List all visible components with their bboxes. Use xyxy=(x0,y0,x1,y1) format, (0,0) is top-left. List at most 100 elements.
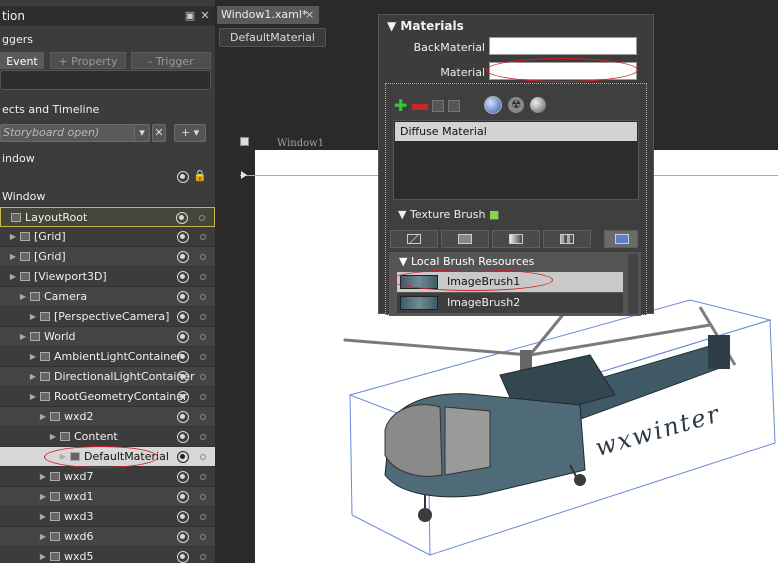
back-material-field[interactable] xyxy=(489,37,637,55)
material-field[interactable] xyxy=(489,62,637,80)
visibility-eye-icon[interactable] xyxy=(177,531,189,543)
gradient-brush-button[interactable] xyxy=(492,230,540,248)
expander-icon[interactable]: ▶ xyxy=(28,307,38,327)
expander-icon[interactable]: ▶ xyxy=(38,527,48,547)
visibility-eye-icon[interactable] xyxy=(177,271,189,283)
expander-icon[interactable]: ▶ xyxy=(38,547,48,563)
lock-dot-icon[interactable] xyxy=(200,274,206,280)
visibility-eye-icon[interactable] xyxy=(177,291,189,303)
resources-scrollbar[interactable] xyxy=(628,254,638,314)
brush-item-imagebrush2[interactable]: ImageBrush2 xyxy=(397,293,623,313)
expander-icon[interactable]: ▶ xyxy=(8,227,18,247)
expander-icon[interactable]: ▶ xyxy=(18,287,28,307)
lock-dot-icon[interactable] xyxy=(200,334,206,340)
lock-dot-icon[interactable] xyxy=(200,434,206,440)
tree-item-layoutroot[interactable]: LayoutRoot xyxy=(0,207,215,227)
tree-item-content[interactable]: ▶ Content xyxy=(0,427,215,447)
trigger-tab-event[interactable]: Event xyxy=(0,52,44,69)
tree-item-wxd1[interactable]: ▶ wxd1 xyxy=(0,487,215,507)
lock-dot-icon[interactable] xyxy=(200,554,206,560)
tree-item-wxd6[interactable]: ▶ wxd6 xyxy=(0,527,215,547)
lock-icon[interactable]: 🔒 xyxy=(193,170,207,182)
expander-icon[interactable]: ▶ xyxy=(28,347,38,367)
tree-item-grid[interactable]: ▶ [Grid] xyxy=(0,247,215,267)
trigger-tab-trigger[interactable]: - Trigger xyxy=(131,52,211,69)
lock-dot-icon[interactable] xyxy=(199,215,205,221)
tree-item-perspectivecamera[interactable]: ▶ [PerspectiveCamera] xyxy=(0,307,215,327)
lock-dot-icon[interactable] xyxy=(200,254,206,260)
visibility-eye-icon[interactable] xyxy=(177,471,189,483)
lock-dot-icon[interactable] xyxy=(200,534,206,540)
visibility-eye-icon[interactable] xyxy=(177,231,189,243)
storyboard-close-button[interactable]: ✕ xyxy=(152,124,166,142)
lock-dot-icon[interactable] xyxy=(200,414,206,420)
expander-icon[interactable]: ▶ xyxy=(28,367,38,387)
tree-item-window[interactable]: Window xyxy=(0,187,215,207)
lock-dot-icon[interactable] xyxy=(200,474,206,480)
visibility-eye-icon[interactable] xyxy=(176,212,188,224)
tile-brush-button[interactable] xyxy=(543,230,591,248)
tree-item-rootgeometrycontainer[interactable]: ▶ RootGeometryContainer xyxy=(0,387,215,407)
lock-dot-icon[interactable] xyxy=(200,374,206,380)
visibility-eye-icon[interactable] xyxy=(177,551,189,563)
solid-brush-button[interactable] xyxy=(441,230,489,248)
lock-dot-icon[interactable] xyxy=(200,494,206,500)
material-list-item[interactable]: Diffuse Material xyxy=(395,122,637,141)
visibility-eye-icon[interactable] xyxy=(177,351,189,363)
tree-item-ambientlightcontainer[interactable]: ▶ AmbientLightContainer xyxy=(0,347,215,367)
emissive-material-icon[interactable]: ☢ xyxy=(508,97,524,113)
eye-icon[interactable] xyxy=(177,171,189,183)
expander-icon[interactable]: ▶ xyxy=(8,267,18,287)
tree-item-wxd5[interactable]: ▶ wxd5 xyxy=(0,547,215,563)
visibility-eye-icon[interactable] xyxy=(177,311,189,323)
tab-close-icon[interactable]: × xyxy=(305,6,314,24)
visibility-eye-icon[interactable] xyxy=(177,391,189,403)
visibility-eye-icon[interactable] xyxy=(177,251,189,263)
tree-item-camera[interactable]: ▶ Camera xyxy=(0,287,215,307)
move-up-icon[interactable] xyxy=(432,100,444,112)
expander-icon[interactable]: ▶ xyxy=(38,407,48,427)
visibility-eye-icon[interactable] xyxy=(177,411,189,423)
tab-window1-xaml[interactable]: Window1.xaml* × xyxy=(217,6,319,24)
storyboard-options-button[interactable]: ▾ xyxy=(134,124,150,142)
lock-dot-icon[interactable] xyxy=(200,354,206,360)
trigger-list[interactable] xyxy=(0,70,211,90)
lock-dot-icon[interactable] xyxy=(200,234,206,240)
tree-item-wxd2[interactable]: ▶ wxd2 xyxy=(0,407,215,427)
visibility-eye-icon[interactable] xyxy=(177,491,189,503)
viewport3d-scene[interactable]: wxwinter xyxy=(330,295,778,563)
add-material-icon[interactable]: ✚ xyxy=(394,98,410,114)
expander-icon[interactable]: ▶ xyxy=(38,487,48,507)
no-brush-button[interactable] xyxy=(390,230,438,248)
visibility-eye-icon[interactable] xyxy=(177,431,189,443)
specular-material-icon[interactable] xyxy=(530,97,546,113)
brush-item-imagebrush1[interactable]: ImageBrush1 xyxy=(397,272,623,292)
visibility-eye-icon[interactable] xyxy=(177,511,189,523)
breadcrumb[interactable]: DefaultMaterial xyxy=(219,28,326,47)
pin-icon[interactable]: ▣ xyxy=(184,10,196,22)
expander-icon[interactable]: ▶ xyxy=(28,387,38,407)
expander-icon[interactable]: ▶ xyxy=(48,427,58,447)
storyboard-picker[interactable]: Storyboard open) xyxy=(0,124,150,142)
brush-resources-button[interactable] xyxy=(604,230,638,248)
tree-item-world[interactable]: ▶ World xyxy=(0,327,215,347)
lock-dot-icon[interactable] xyxy=(200,294,206,300)
lock-dot-icon[interactable] xyxy=(200,394,206,400)
expander-icon[interactable]: ▶ xyxy=(58,447,68,467)
lock-dot-icon[interactable] xyxy=(200,314,206,320)
visibility-eye-icon[interactable] xyxy=(177,451,189,463)
expander-icon[interactable]: ▶ xyxy=(8,247,18,267)
expander-icon[interactable]: ▶ xyxy=(38,507,48,527)
visibility-eye-icon[interactable] xyxy=(177,331,189,343)
visibility-eye-icon[interactable] xyxy=(177,371,189,383)
diffuse-material-icon[interactable] xyxy=(484,96,502,114)
texture-brush-header[interactable]: ▼ Texture Brush ■ xyxy=(398,208,499,221)
tree-item-wxd3[interactable]: ▶ wxd3 xyxy=(0,507,215,527)
lock-dot-icon[interactable] xyxy=(200,454,206,460)
local-brush-resources-header[interactable]: ▼ Local Brush Resources xyxy=(399,255,534,268)
guide-arrow-icon[interactable] xyxy=(241,171,247,179)
lock-dot-icon[interactable] xyxy=(200,514,206,520)
tree-item-viewport3d[interactable]: ▶ [Viewport3D] xyxy=(0,267,215,287)
tree-item-defaultmaterial[interactable]: ▶ DefaultMaterial xyxy=(0,447,215,467)
tree-item-grid[interactable]: ▶ [Grid] xyxy=(0,227,215,247)
